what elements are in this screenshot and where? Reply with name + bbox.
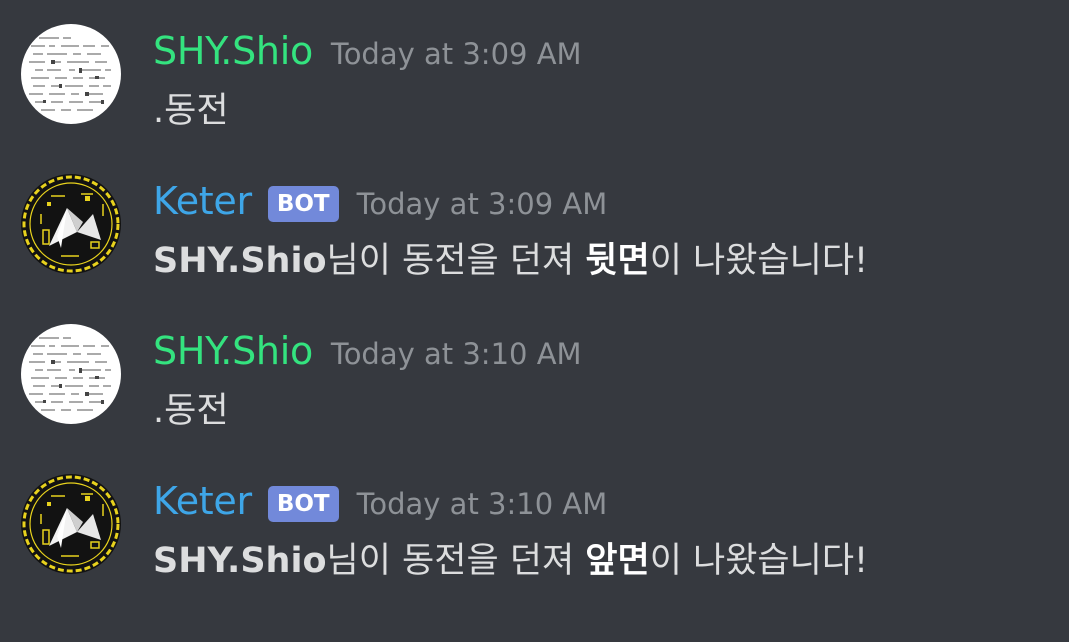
message-text: 이 나왔습니다! — [649, 541, 869, 581]
message-content: .동전 — [153, 91, 229, 131]
timestamp: Today at 3:09 AM — [330, 37, 582, 71]
bot-badge: BOT — [267, 486, 339, 522]
message-content: SHY.Shio님이 동전을 던져 앞면이 나왔습니다! — [153, 536, 868, 586]
timestamp: Today at 3:10 AM — [330, 337, 582, 371]
message-item: SHY.Shio Today at 3:10 AM .동전 — [0, 300, 1069, 431]
keter-logo-avatar-icon[interactable] — [21, 174, 121, 274]
message-item: Keter BOT Today at 3:09 AM SHY.Shio님이 동전… — [0, 150, 1069, 281]
message-header: SHY.Shio Today at 3:10 AM — [153, 326, 582, 376]
message-header: Keter BOT Today at 3:10 AM — [153, 476, 607, 526]
message-text: 님이 동전을 던져 — [326, 541, 586, 581]
message-header: SHY.Shio Today at 3:09 AM — [153, 26, 582, 76]
document-avatar-icon[interactable] — [21, 324, 121, 424]
keter-logo-avatar-icon[interactable] — [21, 474, 121, 574]
message-content: .동전 — [153, 391, 229, 431]
coin-result: 뒷면 — [585, 241, 650, 281]
bot-badge: BOT — [267, 186, 339, 222]
message-text: 님이 동전을 던져 — [326, 241, 586, 281]
timestamp: Today at 3:10 AM — [356, 487, 608, 521]
username[interactable]: SHY.Shio — [153, 26, 313, 76]
message-header: Keter BOT Today at 3:09 AM — [153, 176, 607, 226]
timestamp: Today at 3:09 AM — [356, 187, 608, 221]
username[interactable]: Keter — [153, 476, 252, 526]
message-item: SHY.Shio Today at 3:09 AM .동전 — [0, 0, 1069, 131]
username[interactable]: Keter — [153, 176, 252, 226]
message-content: SHY.Shio님이 동전을 던져 뒷면이 나왔습니다! — [153, 236, 868, 286]
mentioned-user: SHY.Shio — [153, 541, 327, 581]
chat-message-list: SHY.Shio Today at 3:09 AM .동전 Keter BOT … — [0, 0, 1069, 642]
coin-result: 앞면 — [585, 541, 650, 581]
message-item: Keter BOT Today at 3:10 AM SHY.Shio님이 동전… — [0, 450, 1069, 581]
message-text: 이 나왔습니다! — [649, 241, 869, 281]
document-avatar-icon[interactable] — [21, 24, 121, 124]
mentioned-user: SHY.Shio — [153, 241, 327, 281]
username[interactable]: SHY.Shio — [153, 326, 313, 376]
